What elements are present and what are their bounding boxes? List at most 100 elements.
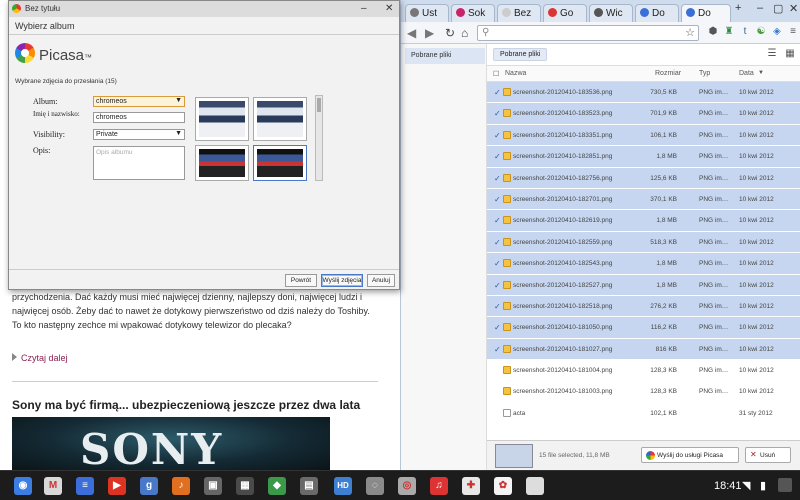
- row-checkbox[interactable]: ✓: [494, 302, 501, 311]
- row-checkbox[interactable]: ✓: [494, 109, 501, 118]
- tab-1[interactable]: Ust: [405, 4, 449, 22]
- list-view-icon[interactable]: ☰: [765, 47, 779, 61]
- visibility-select[interactable]: Private ▼: [93, 129, 185, 140]
- close-icon[interactable]: ✕: [385, 3, 393, 14]
- home-icon[interactable]: ⌂: [461, 26, 468, 40]
- hd-icon[interactable]: HD: [334, 477, 352, 495]
- table-row[interactable]: ✓ screenshot-20120410-182543.png 1,8 MB PNG…: [487, 253, 800, 275]
- breadcrumb-downloads[interactable]: Pobrane pliki: [493, 48, 548, 61]
- row-checkbox[interactable]: ✓: [494, 88, 501, 97]
- table-row[interactable]: ✓ screenshot-20120410-182518.png 276,2 KB P…: [487, 295, 800, 318]
- tab-3[interactable]: Bez: [497, 4, 541, 22]
- table-row[interactable]: ✓ screenshot-20120410-182756.png 125,6 KB P…: [487, 167, 800, 189]
- web-store-icon[interactable]: ▤: [300, 477, 318, 495]
- forward-icon[interactable]: ▶: [425, 26, 434, 40]
- row-checkbox[interactable]: ✓: [494, 323, 501, 332]
- music-icon[interactable]: ♪: [172, 477, 190, 495]
- row-checkbox[interactable]: ✓: [494, 131, 501, 140]
- back-icon[interactable]: ◀: [407, 26, 416, 40]
- photo-thumbnail[interactable]: [253, 145, 307, 181]
- chrome-icon[interactable]: ◉: [14, 477, 32, 495]
- tab-2[interactable]: Sok: [451, 4, 495, 22]
- table-row[interactable]: ✓ screenshot-20120410-183536.png 730,5 KB P…: [487, 82, 800, 104]
- extension-3-icon[interactable]: t: [739, 26, 751, 38]
- docs-icon[interactable]: ≡: [76, 477, 94, 495]
- row-checkbox[interactable]: ✓: [494, 195, 501, 204]
- table-row[interactable]: screenshot-20120410-181004.png 128,3 KB PN…: [487, 360, 800, 382]
- table-row[interactable]: ✓ screenshot-20120410-182527.png 1,8 MB PNG…: [487, 274, 800, 296]
- table-row[interactable]: screenshot-20120410-181003.png 128,3 KB PN…: [487, 381, 800, 403]
- extension-5-icon[interactable]: ◈: [771, 26, 783, 38]
- battery-icon[interactable]: ▮: [760, 479, 766, 492]
- photo-thumbnail[interactable]: [195, 145, 249, 181]
- minimize-icon[interactable]: –: [757, 2, 763, 14]
- tab-4[interactable]: Go: [543, 4, 587, 22]
- photo-thumbnail[interactable]: [195, 97, 249, 141]
- close-icon[interactable]: ✕: [789, 2, 798, 15]
- search-app-icon[interactable]: g: [140, 477, 158, 495]
- row-checkbox[interactable]: ✓: [494, 216, 501, 225]
- delete-button[interactable]: ✕ Usuń: [745, 447, 791, 463]
- extension-2-icon[interactable]: ♜: [723, 26, 735, 38]
- tab-6[interactable]: Do: [635, 4, 679, 22]
- maximize-icon[interactable]: ▢: [773, 2, 783, 15]
- column-type[interactable]: Typ: [699, 70, 710, 77]
- minimize-icon[interactable]: –: [361, 3, 367, 14]
- back-button[interactable]: Powrót: [285, 274, 317, 287]
- upload-photos-button[interactable]: Wyślij zdjęcia: [321, 274, 363, 287]
- column-date[interactable]: Data: [739, 70, 754, 77]
- row-checkbox[interactable]: ✓: [494, 238, 501, 247]
- table-row[interactable]: ✓ screenshot-20120410-181050.png 116,2 KB P…: [487, 317, 800, 339]
- files-icon[interactable]: ▣: [204, 477, 222, 495]
- read-more-link[interactable]: Czytaj dalej: [12, 353, 68, 363]
- table-row[interactable]: ✓ screenshot-20120410-183351.png 106,1 KB P…: [487, 124, 800, 147]
- album-select[interactable]: chromeos ▼: [93, 96, 185, 107]
- extension-1-icon[interactable]: ⬢: [707, 26, 719, 38]
- extension-4-icon[interactable]: ☯: [755, 26, 767, 38]
- gmail-icon[interactable]: M: [44, 477, 62, 495]
- blank-app-icon[interactable]: [526, 477, 544, 495]
- table-row[interactable]: ✓ screenshot-20120410-183523.png 701,9 KB P…: [487, 103, 800, 125]
- reload-icon[interactable]: ↻: [445, 26, 455, 40]
- maps-icon[interactable]: ◆: [268, 477, 286, 495]
- column-name[interactable]: Nazwa: [505, 70, 526, 77]
- new-tab-icon[interactable]: +: [735, 2, 741, 14]
- description-textarea[interactable]: Opis albumu: [93, 146, 185, 180]
- app-icon[interactable]: ▦: [236, 477, 254, 495]
- cancel-button[interactable]: Anuluj: [367, 274, 395, 287]
- sidebar-item-downloads[interactable]: Pobrane pliki: [405, 48, 485, 64]
- picasa-app-icon[interactable]: ✿: [494, 477, 512, 495]
- row-checkbox[interactable]: ✓: [494, 281, 501, 290]
- article-headline[interactable]: Sony ma być firmą... ubezpieczeniową jes…: [12, 398, 360, 412]
- youtube-icon[interactable]: ▶: [108, 477, 126, 495]
- row-checkbox[interactable]: ✓: [494, 152, 501, 161]
- album-name-input[interactable]: chromeos: [93, 112, 185, 123]
- wifi-icon[interactable]: ◥: [742, 479, 750, 492]
- tab-7[interactable]: Do: [681, 4, 731, 22]
- settings-app-icon[interactable]: ◌: [366, 477, 384, 495]
- article-image[interactable]: SONY: [12, 417, 330, 470]
- grid-view-icon[interactable]: ▦: [783, 47, 797, 61]
- row-checkbox[interactable]: ✓: [494, 259, 501, 268]
- table-row[interactable]: ✓ screenshot-20120410-182559.png 518,3 KB P…: [487, 231, 800, 254]
- wrench-menu-icon[interactable]: ≡: [787, 26, 799, 38]
- music-player-icon[interactable]: ♫: [430, 477, 448, 495]
- table-row[interactable]: ✓ screenshot-20120410-182701.png 370,1 KB P…: [487, 188, 800, 211]
- avatar[interactable]: [778, 478, 792, 492]
- upload-to-picasa-button[interactable]: Wyślij do usługi Picasa: [641, 447, 739, 463]
- photo-thumbnail[interactable]: [253, 97, 307, 141]
- row-checkbox[interactable]: ✓: [494, 174, 501, 183]
- row-checkbox[interactable]: ✓: [494, 345, 501, 354]
- table-row[interactable]: ✓ screenshot-20120410-182619.png 1,8 MB PNG…: [487, 210, 800, 232]
- pin-icon[interactable]: ✚: [462, 477, 480, 495]
- table-row[interactable]: ✓ screenshot-20120410-181027.png 816 KB PNG…: [487, 338, 800, 361]
- column-size[interactable]: Rozmiar: [655, 70, 681, 77]
- thumbnails-scrollbar[interactable]: [315, 95, 323, 181]
- tab-5[interactable]: Wic: [589, 4, 633, 22]
- omnibox[interactable]: ⚲ ☆: [477, 25, 699, 41]
- camera-icon[interactable]: ◎: [398, 477, 416, 495]
- bookmark-star-icon[interactable]: ☆: [685, 26, 695, 39]
- table-row[interactable]: acta 102,1 KB 31 sty 2012: [487, 403, 800, 425]
- select-all-checkbox[interactable]: ☐: [493, 70, 499, 78]
- table-row[interactable]: ✓ screenshot-20120410-182851.png 1,8 MB PNG…: [487, 146, 800, 168]
